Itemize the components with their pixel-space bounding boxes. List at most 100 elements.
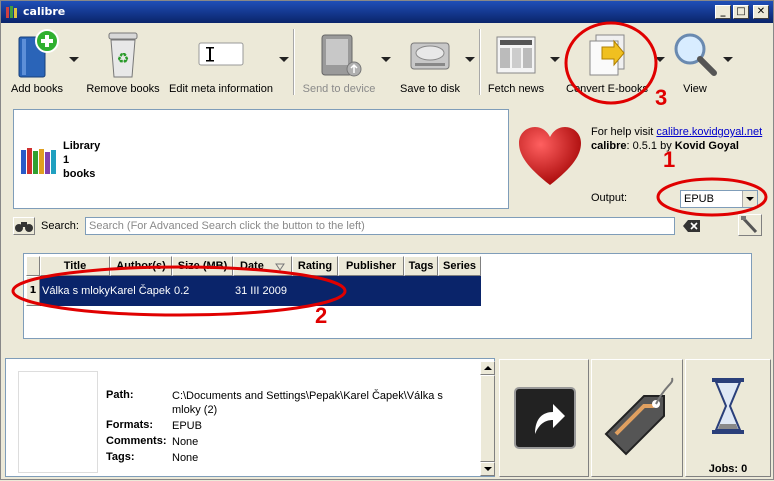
comments-value: None xyxy=(172,436,199,448)
column-header-publisher[interactable]: Publisher xyxy=(338,256,404,276)
cell-author: Karel Čapek xyxy=(110,285,171,297)
output-label: Output: xyxy=(591,192,628,204)
wand-icon xyxy=(741,216,758,234)
library-pane[interactable]: Library 1 books xyxy=(13,109,509,209)
library-count: 1 xyxy=(63,154,70,166)
remove-books-button[interactable]: ♻ Remove books xyxy=(85,27,161,99)
library-title: Library xyxy=(63,140,101,152)
magnifier-icon xyxy=(674,33,717,76)
window-title: calibre xyxy=(23,5,66,18)
convert-ebooks-button[interactable]: Convert E-books xyxy=(565,27,649,99)
shortcut-arrow-icon xyxy=(514,387,576,449)
author-name: Kovid Goyal xyxy=(674,140,739,152)
recycle-bin-icon: ♻ xyxy=(108,32,138,78)
annotation-number-1: 1 xyxy=(663,147,676,172)
heart-donate-icon[interactable] xyxy=(517,125,583,189)
hourglass-icon xyxy=(712,378,744,434)
tag-icon xyxy=(604,377,674,456)
fetch-news-label: Fetch news xyxy=(487,83,545,95)
details-scrollbar[interactable] xyxy=(480,361,495,476)
comments-label: Comments: xyxy=(106,435,167,447)
remove-books-label: Remove books xyxy=(86,83,160,95)
library-unit: books xyxy=(63,168,96,180)
table-row[interactable]: Válka s mloky Karel Čapek 0.2 31 III 200… xyxy=(40,276,481,306)
cell-date: 31 III 2009 xyxy=(235,285,287,297)
scroll-thumb[interactable] xyxy=(480,375,495,462)
save-to-disk-button[interactable]: Save to disk xyxy=(397,27,463,99)
ereader-device-icon xyxy=(321,34,362,77)
column-header-tags[interactable]: Tags xyxy=(404,256,438,276)
row-number[interactable]: 1 xyxy=(26,276,40,306)
toolbar-separator xyxy=(293,29,295,95)
convert-ebooks-label: Convert E-books xyxy=(566,83,648,95)
maximize-button[interactable]: □ xyxy=(733,5,749,19)
output-format-select[interactable]: EPUB xyxy=(680,190,758,208)
column-header-authors[interactable]: Author(s) xyxy=(110,256,172,276)
annotation-number-2: 2 xyxy=(315,303,328,328)
column-header-title[interactable]: Title xyxy=(40,256,110,276)
edit-metadata-icon xyxy=(198,42,244,66)
hard-disk-icon xyxy=(410,42,450,70)
send-to-device-dropdown-arrow[interactable] xyxy=(381,57,391,62)
help-prefix: For help visit xyxy=(591,126,657,138)
convert-ebook-icon xyxy=(589,34,625,76)
minimize-button[interactable]: _ xyxy=(715,5,731,19)
chevron-down-icon[interactable] xyxy=(742,191,757,207)
binoculars-icon xyxy=(15,222,33,232)
corner-header xyxy=(26,256,40,276)
fetch-news-dropdown-arrow[interactable] xyxy=(550,57,560,62)
add-books-label: Add books xyxy=(11,83,63,95)
formats-label: Formats: xyxy=(106,419,154,431)
configure-button[interactable] xyxy=(738,214,762,236)
search-label: Search: xyxy=(41,220,79,232)
edit-meta-button[interactable]: Edit meta information xyxy=(167,27,275,99)
scroll-up-button[interactable] xyxy=(480,361,495,375)
help-info: For help visit calibre.kovidgoyal.net ca… xyxy=(591,125,762,153)
save-to-disk-label: Save to disk xyxy=(400,83,460,95)
calibre-window: calibre _ □ ✕ Add books ♻ Remove books E… xyxy=(0,0,774,480)
send-to-device-button[interactable]: Send to device xyxy=(301,27,377,99)
column-header-size[interactable]: Size (MB) xyxy=(172,256,233,276)
edit-meta-label: Edit meta information xyxy=(169,83,273,95)
library-info: Library 1 books xyxy=(63,139,100,181)
title-bar: calibre _ □ ✕ xyxy=(1,1,773,23)
open-book-button[interactable] xyxy=(499,359,589,477)
clear-search-button[interactable] xyxy=(682,218,702,234)
cell-title: Válka s mloky xyxy=(42,285,110,297)
send-to-device-label: Send to device xyxy=(302,83,376,95)
jobs-count: Jobs: 0 xyxy=(708,463,748,475)
scroll-down-button[interactable] xyxy=(480,462,495,476)
help-link[interactable]: calibre.kovidgoyal.net xyxy=(656,126,762,138)
search-input[interactable]: Search (For Advanced Search click the bu… xyxy=(85,217,675,235)
annotation-number-3: 3 xyxy=(655,85,668,110)
view-dropdown-arrow[interactable] xyxy=(723,57,733,62)
date-header-label: Date xyxy=(240,260,264,272)
books-table[interactable]: Title Author(s) Size (MB) Date Rating Pu… xyxy=(23,253,752,339)
add-book-icon xyxy=(18,29,59,78)
column-header-series[interactable]: Series xyxy=(438,256,481,276)
path-label: Path: xyxy=(106,389,134,401)
clear-icon xyxy=(683,220,700,232)
view-button[interactable]: View xyxy=(667,27,723,99)
path-value[interactable]: C:\Documents and Settings\Pepak\Karel Ča… xyxy=(172,389,472,417)
calibre-app-icon xyxy=(6,6,17,18)
save-to-disk-dropdown-arrow[interactable] xyxy=(465,57,475,62)
view-label: View xyxy=(683,83,707,95)
convert-ebooks-dropdown-arrow[interactable] xyxy=(655,57,665,62)
column-header-rating[interactable]: Rating xyxy=(292,256,338,276)
add-books-button[interactable]: Add books xyxy=(7,27,67,99)
jobs-button[interactable]: Jobs: 0 xyxy=(685,359,771,477)
fetch-news-button[interactable]: Fetch news xyxy=(485,27,547,99)
formats-value[interactable]: EPUB xyxy=(172,419,472,433)
tag-button[interactable] xyxy=(591,359,683,477)
output-format-value: EPUB xyxy=(684,193,714,205)
sort-desc-icon xyxy=(275,263,285,271)
app-name: calibre xyxy=(591,140,627,152)
tags-value: None xyxy=(172,452,199,464)
toolbar-separator xyxy=(479,29,481,95)
close-button[interactable]: ✕ xyxy=(753,5,769,19)
column-header-date[interactable]: Date xyxy=(233,256,292,276)
advanced-search-button[interactable] xyxy=(13,217,35,235)
add-books-dropdown-arrow[interactable] xyxy=(69,57,79,62)
edit-meta-dropdown-arrow[interactable] xyxy=(279,57,289,62)
